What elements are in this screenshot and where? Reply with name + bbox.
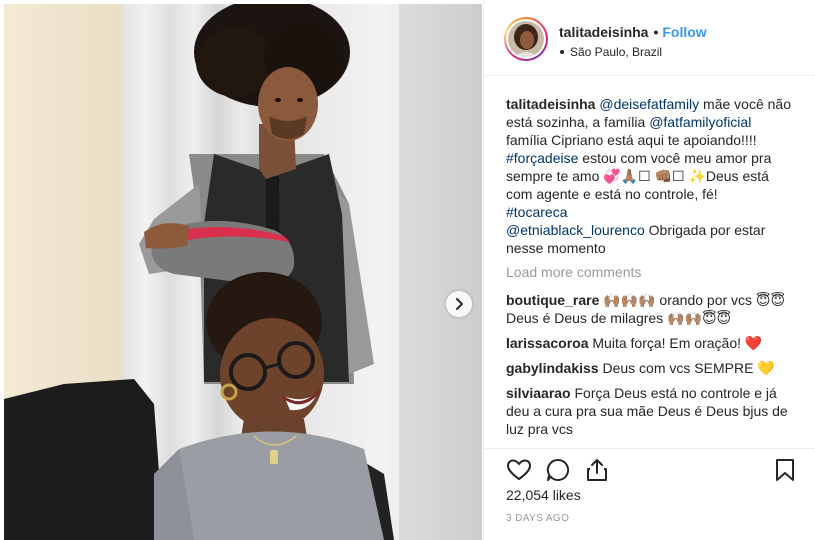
comment-button[interactable]	[545, 457, 571, 483]
share-icon	[587, 459, 607, 481]
bullet-icon	[560, 49, 564, 54]
mention-link[interactable]: @etniablack_lourenco	[506, 222, 645, 238]
comment-text: Muita força! Em oração! ❤️	[588, 335, 763, 351]
owner-line: talitadeisinha • Follow	[559, 24, 707, 40]
comment-item: gabylindakiss Deus com vcs SEMPRE 💛	[506, 359, 794, 377]
caption-text: família Cipriano está aqui te apoiando!!…	[506, 132, 757, 148]
hashtag-link[interactable]: #tocareca	[506, 204, 567, 220]
action-bar: 22,054 likes 3 DAYS AGO	[484, 448, 815, 540]
heart-icon	[507, 459, 531, 480]
comment-username[interactable]: silviaarao	[506, 385, 571, 401]
instagram-post: talitadeisinha • Follow São Paulo, Brazil …	[0, 0, 815, 540]
post-sidebar: talitadeisinha • Follow São Paulo, Brazil …	[483, 0, 815, 540]
owner-username-link[interactable]: talitadeisinha	[559, 24, 648, 40]
caption-username[interactable]: talitadeisinha	[506, 96, 595, 112]
post-photo[interactable]	[4, 4, 482, 540]
comment-item: larissacoroa Muita força! Em oração! ❤️	[506, 334, 794, 352]
mention-link[interactable]: @fatfamilyoficial	[649, 114, 751, 130]
mention-link[interactable]: @deisefatfamily	[599, 96, 699, 112]
avatar[interactable]	[504, 17, 548, 61]
follow-button[interactable]: Follow	[662, 24, 706, 40]
separator-dot: •	[653, 24, 659, 40]
location-label: São Paulo, Brazil	[570, 45, 663, 59]
avatar-frame	[506, 19, 546, 59]
comment-username[interactable]: gabylindakiss	[506, 360, 599, 376]
post-timestamp[interactable]: 3 DAYS AGO	[506, 513, 569, 524]
comment-icon	[546, 458, 570, 481]
like-button[interactable]	[506, 457, 532, 483]
comment-item: boutique_rare 🙌🏽🙌🏽🙌🏽 orando por vcs 😇😇 D…	[506, 291, 794, 327]
comments-section[interactable]: talitadeisinha @deisefatfamily mãe você …	[506, 95, 794, 447]
post-image	[4, 4, 482, 540]
comment-item: silviaarao Força Deus está no controle e…	[506, 384, 794, 438]
share-button[interactable]	[584, 457, 610, 483]
comment-username[interactable]: larissacoroa	[506, 335, 589, 351]
caption-body: @deisefatfamily mãe você não está sozinh…	[506, 96, 791, 256]
save-button[interactable]	[772, 457, 798, 483]
comment-username[interactable]: boutique_rare	[506, 292, 599, 308]
hashtag-link[interactable]: #forçadeise	[506, 150, 578, 166]
comment-list: boutique_rare 🙌🏽🙌🏽🙌🏽 orando por vcs 😇😇 D…	[506, 291, 794, 438]
post-caption: talitadeisinha @deisefatfamily mãe você …	[506, 95, 794, 257]
carousel-next-button[interactable]	[446, 291, 472, 317]
location-link[interactable]: São Paulo, Brazil	[560, 45, 662, 59]
load-more-comments-button[interactable]: Load more comments	[506, 263, 794, 281]
bookmark-icon	[776, 459, 794, 481]
post-header: talitadeisinha • Follow São Paulo, Brazil	[484, 0, 815, 76]
chevron-right-icon	[456, 298, 463, 310]
likes-count[interactable]: 22,054 likes	[506, 487, 581, 503]
comment-text: Deus com vcs SEMPRE 💛	[598, 360, 775, 376]
avatar-image	[508, 21, 544, 57]
